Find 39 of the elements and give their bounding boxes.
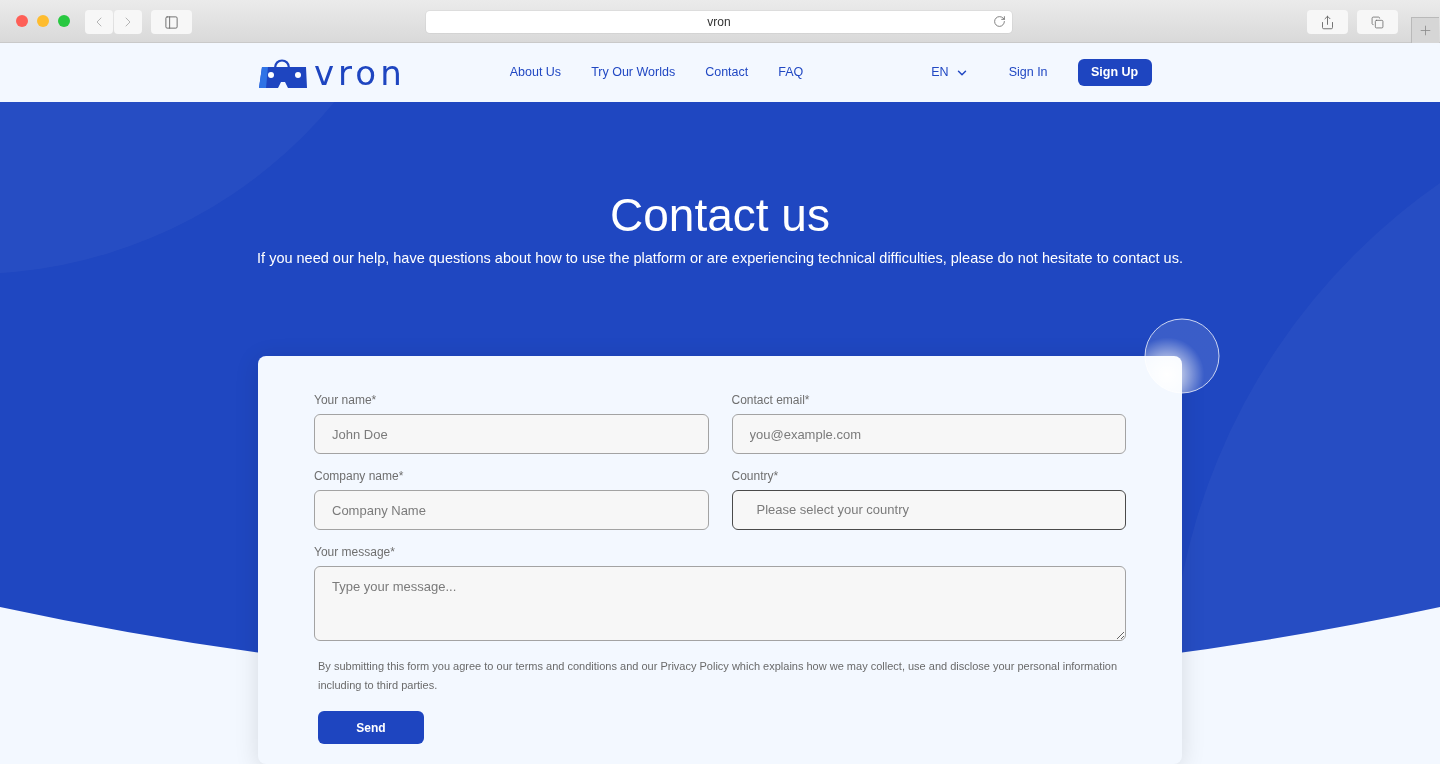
page-subtitle: If you need our help, have questions about how to use the platform or are experiencing technical difficulties, please do not hesitate to contact us. (257, 249, 1183, 268)
plus-icon (1418, 23, 1433, 38)
page-title: Contact us (610, 189, 830, 241)
input-field[interactable]: John Doe (314, 414, 709, 454)
share-button[interactable] (1307, 10, 1348, 34)
back-button[interactable] (85, 10, 113, 34)
language-selector[interactable]: EN (931, 63, 969, 82)
nav-link[interactable]: Try Our Worlds (591, 63, 676, 82)
tabs-button[interactable] (1357, 10, 1398, 34)
field-label: Company name* (314, 468, 405, 484)
new-tab-button[interactable] (1411, 17, 1439, 43)
select-field[interactable]: Please select your country (731, 490, 1126, 530)
address-text: vron (707, 14, 731, 31)
nav-link[interactable]: About Us (509, 63, 562, 82)
nav-link[interactable]: Contact (705, 63, 749, 82)
nav-link[interactable]: FAQ (778, 63, 804, 82)
privacy-notice: By submitting this form you agree to our terms and conditions and our Privacy Policy which explains how we may collect, use and disclose your personal information including to third parties. (317, 659, 1119, 693)
reload-icon[interactable] (993, 15, 1006, 28)
field-label: Contact email* (731, 392, 811, 408)
message-field[interactable]: Type your message... (314, 566, 1126, 641)
send-button[interactable]: Send (318, 711, 424, 744)
logo-text: vron (314, 55, 406, 90)
field-label: Your message* (314, 544, 396, 560)
close-window-icon[interactable] (16, 15, 28, 27)
sidebar-button[interactable] (151, 10, 192, 34)
field-label: Your name* (314, 392, 378, 408)
sign-in-link[interactable]: Sign In (1008, 63, 1048, 82)
sidebar-icon (164, 14, 179, 30)
forward-button[interactable] (114, 10, 142, 34)
input-field[interactable]: you@example.com (731, 414, 1126, 454)
sign-up-button[interactable]: Sign Up (1077, 59, 1152, 86)
share-icon (1320, 14, 1335, 30)
maximize-window-icon[interactable] (58, 15, 70, 27)
field-label: Country* (731, 468, 780, 484)
address-bar[interactable]: vron (426, 11, 1012, 33)
input-field[interactable]: Company Name (314, 490, 709, 530)
tabs-icon (1371, 15, 1384, 29)
minimize-window-icon[interactable] (37, 15, 49, 27)
bag-headset-logo-icon (258, 56, 308, 89)
